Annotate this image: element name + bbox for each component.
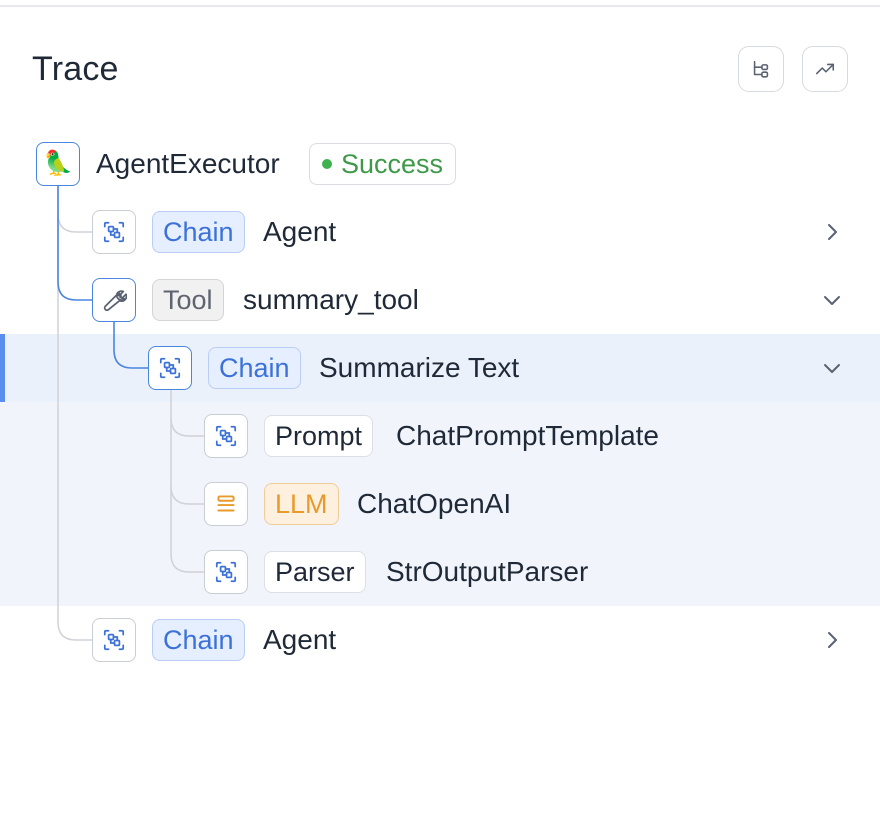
prompt-node (204, 414, 248, 458)
tree-view-icon (753, 60, 769, 78)
run-type-tag: Tool (152, 279, 224, 321)
chain-icon (103, 221, 125, 243)
status-badge: Success (309, 143, 457, 185)
run-type-tag: Parser (264, 551, 366, 593)
trace-row[interactable]: Prompt ChatPromptTemplate (0, 402, 880, 470)
trace-row[interactable]: LLM ChatOpenAI (0, 470, 880, 538)
parser-node (204, 550, 248, 594)
run-name: Agent (263, 624, 337, 655)
chain-icon (159, 357, 181, 379)
top-divider (0, 5, 880, 7)
run-name: Agent (263, 216, 337, 247)
run-type-tag: Prompt (264, 415, 374, 457)
trace-row-selected[interactable]: Chain Summarize Text (0, 334, 880, 402)
chain-icon (215, 561, 237, 583)
tool-node (92, 278, 136, 322)
chevron-right-icon[interactable] (820, 628, 844, 652)
parrot-icon: 🦜 (43, 150, 73, 177)
llm-stack-icon (217, 495, 235, 512)
run-type-tag: LLM (264, 483, 339, 525)
chain-node (92, 210, 136, 254)
run-name: summary_tool (243, 284, 419, 315)
root-run-node: 🦜 (36, 142, 80, 186)
chain-icon (215, 425, 237, 447)
run-type-tag: Chain (208, 347, 301, 389)
trend-chart-icon (815, 63, 835, 75)
status-text: Success (341, 148, 444, 179)
run-name: Summarize Text (319, 352, 520, 383)
trace-row-root[interactable]: 🦜 AgentExecutor Success (0, 130, 880, 198)
trace-row[interactable]: Parser StrOutputParser (0, 538, 880, 606)
llm-node (204, 482, 248, 526)
trace-row[interactable]: Chain Agent (0, 198, 880, 266)
trace-row[interactable]: Chain Agent (0, 606, 880, 674)
run-name: ChatPromptTemplate (396, 420, 660, 451)
run-type-tag: Chain (152, 619, 245, 661)
run-name: StrOutputParser (386, 556, 589, 587)
chain-node (92, 618, 136, 662)
tree-view-button[interactable] (738, 46, 784, 92)
run-name: AgentExecutor (96, 148, 280, 179)
run-name: ChatOpenAI (357, 488, 512, 519)
chain-icon (103, 629, 125, 651)
run-type-tag: Chain (152, 211, 245, 253)
page-title: Trace (32, 50, 119, 88)
wrench-icon (103, 290, 127, 311)
chain-node (148, 346, 192, 390)
chevron-down-icon[interactable] (820, 288, 844, 312)
chevron-right-icon[interactable] (820, 220, 844, 244)
trend-chart-button[interactable] (802, 46, 848, 92)
chevron-down-icon[interactable] (820, 356, 844, 380)
trace-row[interactable]: Tool summary_tool (0, 266, 880, 334)
status-dot-icon (322, 159, 332, 169)
